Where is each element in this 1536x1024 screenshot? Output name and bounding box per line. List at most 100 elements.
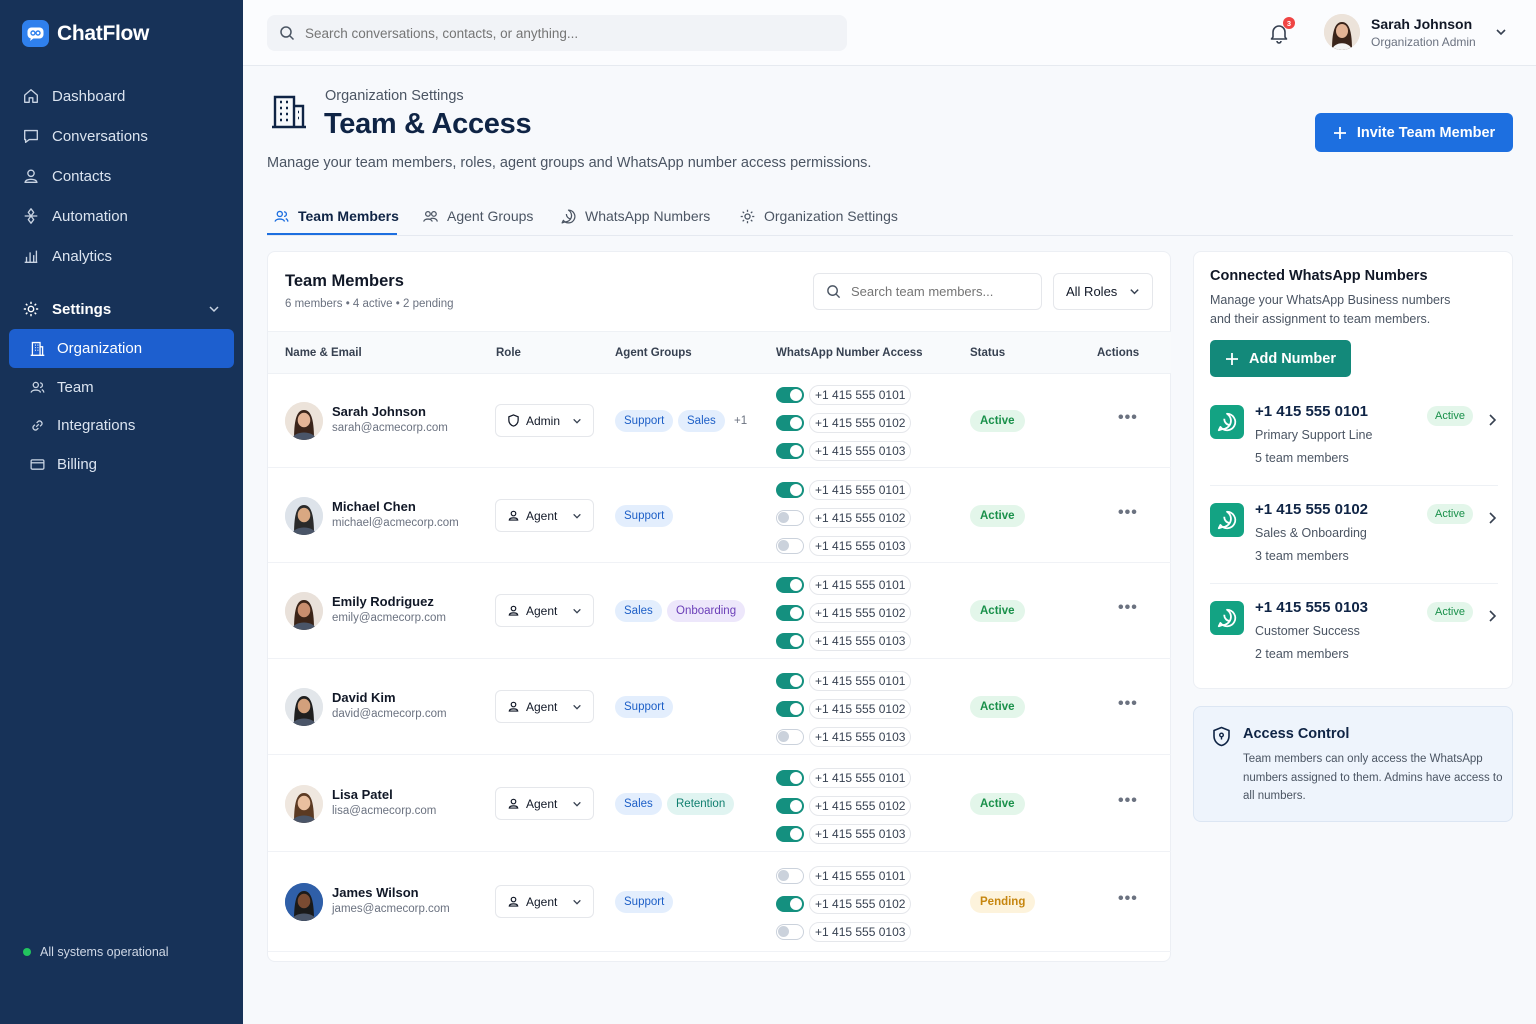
access-toggle[interactable] xyxy=(776,868,804,884)
team-search[interactable] xyxy=(813,273,1042,310)
access-toggle[interactable] xyxy=(776,387,804,403)
access-number: +1 415 555 0102 xyxy=(809,603,912,623)
chevron-down-icon[interactable] xyxy=(1495,26,1507,38)
sidebar-item-analytics[interactable]: Analytics xyxy=(22,244,112,268)
notification-badge: 3 xyxy=(1283,17,1295,29)
chevron-right-icon[interactable] xyxy=(1487,511,1497,525)
sidebar-item-label: Contacts xyxy=(52,167,112,185)
chevron-right-icon[interactable] xyxy=(1487,609,1497,623)
team-members-title: Team Members xyxy=(285,272,404,290)
role-select[interactable]: Agent xyxy=(495,787,594,820)
avatar xyxy=(285,688,323,726)
whatsapp-number-item[interactable]: +1 415 555 0101 Primary Support Line 5 tea… xyxy=(1194,401,1512,498)
chevron-down-icon xyxy=(573,418,581,424)
number-access-item: +1 415 555 0103 xyxy=(776,824,912,844)
sidebar-item-label: Conversations xyxy=(52,127,148,145)
access-toggle[interactable] xyxy=(776,633,804,649)
more-actions-icon[interactable]: ••• xyxy=(1118,890,1138,908)
tab-whatsapp-numbers[interactable]: WhatsApp Numbers xyxy=(560,205,710,227)
more-actions-icon[interactable]: ••• xyxy=(1118,409,1138,427)
agent-group-tag: Support xyxy=(615,505,674,527)
access-number: +1 415 555 0101 xyxy=(809,385,912,405)
sidebar-item-organization[interactable]: Organization xyxy=(9,329,234,368)
sidebar-item-contacts[interactable]: Contacts xyxy=(22,164,111,188)
whatsapp-card-title: Connected WhatsApp Numbers xyxy=(1210,268,1428,284)
whatsapp-number-item[interactable]: +1 415 555 0102 Sales & Onboarding 3 team … xyxy=(1194,499,1512,596)
sidebar-item-settings[interactable]: Settings xyxy=(22,297,222,321)
sidebar-item-integrations[interactable]: Integrations xyxy=(9,406,234,445)
access-toggle[interactable] xyxy=(776,510,804,526)
status-badge: Active xyxy=(970,410,1025,432)
access-toggle[interactable] xyxy=(776,538,804,554)
home-icon xyxy=(24,89,38,103)
invite-button-label: Invite Team Member xyxy=(1356,124,1496,141)
column-header: Agent Groups xyxy=(615,347,692,359)
more-actions-icon[interactable]: ••• xyxy=(1118,792,1138,810)
access-toggle[interactable] xyxy=(776,798,804,814)
chevron-right-icon[interactable] xyxy=(1487,413,1497,427)
access-toggle[interactable] xyxy=(776,577,804,593)
avatar xyxy=(285,592,323,630)
access-toggle[interactable] xyxy=(776,729,804,745)
user-icon xyxy=(508,605,519,616)
whatsapp-number-label: Customer Success xyxy=(1255,624,1360,638)
avatar xyxy=(285,883,323,921)
role-select[interactable]: Agent xyxy=(495,690,594,723)
user-menu[interactable]: Sarah Johnson Organization Admin xyxy=(1324,14,1476,50)
role-select[interactable]: Agent xyxy=(495,885,594,918)
access-toggle[interactable] xyxy=(776,896,804,912)
access-toggle[interactable] xyxy=(776,770,804,786)
number-access-item: +1 415 555 0101 xyxy=(776,866,912,886)
member-email: james@acmecorp.com xyxy=(332,903,450,915)
role-value: Agent xyxy=(526,796,558,811)
number-access-item: +1 415 555 0102 xyxy=(776,413,912,433)
tab-agent-groups[interactable]: Agent Groups xyxy=(422,205,533,227)
role-select[interactable]: Admin xyxy=(495,404,594,437)
access-toggle[interactable] xyxy=(776,673,804,689)
tab-team-members[interactable]: Team Members xyxy=(273,205,399,227)
global-search[interactable] xyxy=(267,15,847,51)
access-number: +1 415 555 0102 xyxy=(809,894,912,914)
access-toggle[interactable] xyxy=(776,701,804,717)
role-select[interactable]: Agent xyxy=(495,499,594,532)
sidebar-item-billing[interactable]: Billing xyxy=(9,445,234,484)
number-access-item: +1 415 555 0102 xyxy=(776,894,912,914)
number-access-item: +1 415 555 0102 xyxy=(776,508,912,528)
access-toggle[interactable] xyxy=(776,415,804,431)
automation-icon xyxy=(24,208,38,224)
access-toggle[interactable] xyxy=(776,605,804,621)
tab-organization-settings[interactable]: Organization Settings xyxy=(739,205,898,227)
access-toggle[interactable] xyxy=(776,482,804,498)
sidebar-item-conversations[interactable]: Conversations xyxy=(22,124,148,148)
role-filter-select[interactable]: All Roles xyxy=(1053,273,1153,310)
role-select[interactable]: Agent xyxy=(495,594,594,627)
invite-team-member-button[interactable]: Invite Team Member xyxy=(1315,113,1513,152)
more-actions-icon[interactable]: ••• xyxy=(1118,695,1138,713)
more-actions-icon[interactable]: ••• xyxy=(1118,504,1138,522)
whatsapp-member-count: 5 team members xyxy=(1255,451,1349,465)
add-number-button[interactable]: Add Number xyxy=(1210,340,1351,377)
number-access-item: +1 415 555 0103 xyxy=(776,922,912,942)
sidebar-item-team[interactable]: Team xyxy=(9,368,234,407)
sidebar-item-automation[interactable]: Automation xyxy=(22,204,128,228)
access-toggle[interactable] xyxy=(776,443,804,459)
page-description: Manage your team members, roles, agent g… xyxy=(267,155,872,171)
chart-icon xyxy=(24,250,38,263)
number-access-item: +1 415 555 0102 xyxy=(776,796,912,816)
sidebar-item-label: Integrations xyxy=(57,417,136,434)
sidebar: ChatFlow Dashboard Conversations Contact… xyxy=(0,0,243,1024)
user-icon xyxy=(508,701,519,712)
whatsapp-number-item[interactable]: +1 415 555 0103 Customer Success 2 team me… xyxy=(1194,597,1512,694)
team-members-card: Team Members 6 members • 4 active • 2 pe… xyxy=(267,251,1171,962)
access-toggle[interactable] xyxy=(776,826,804,842)
group-icon xyxy=(423,210,438,222)
whatsapp-icon xyxy=(561,208,576,224)
agent-group-tag: Sales xyxy=(678,410,725,432)
access-toggle[interactable] xyxy=(776,924,804,940)
table-header: Name & Email Role Agent Groups WhatsApp … xyxy=(268,331,1171,374)
more-actions-icon[interactable]: ••• xyxy=(1118,599,1138,617)
global-search-input[interactable] xyxy=(305,25,805,41)
team-search-input[interactable] xyxy=(851,284,1021,299)
brand[interactable]: ChatFlow xyxy=(22,20,149,47)
sidebar-item-dashboard[interactable]: Dashboard xyxy=(22,84,125,108)
